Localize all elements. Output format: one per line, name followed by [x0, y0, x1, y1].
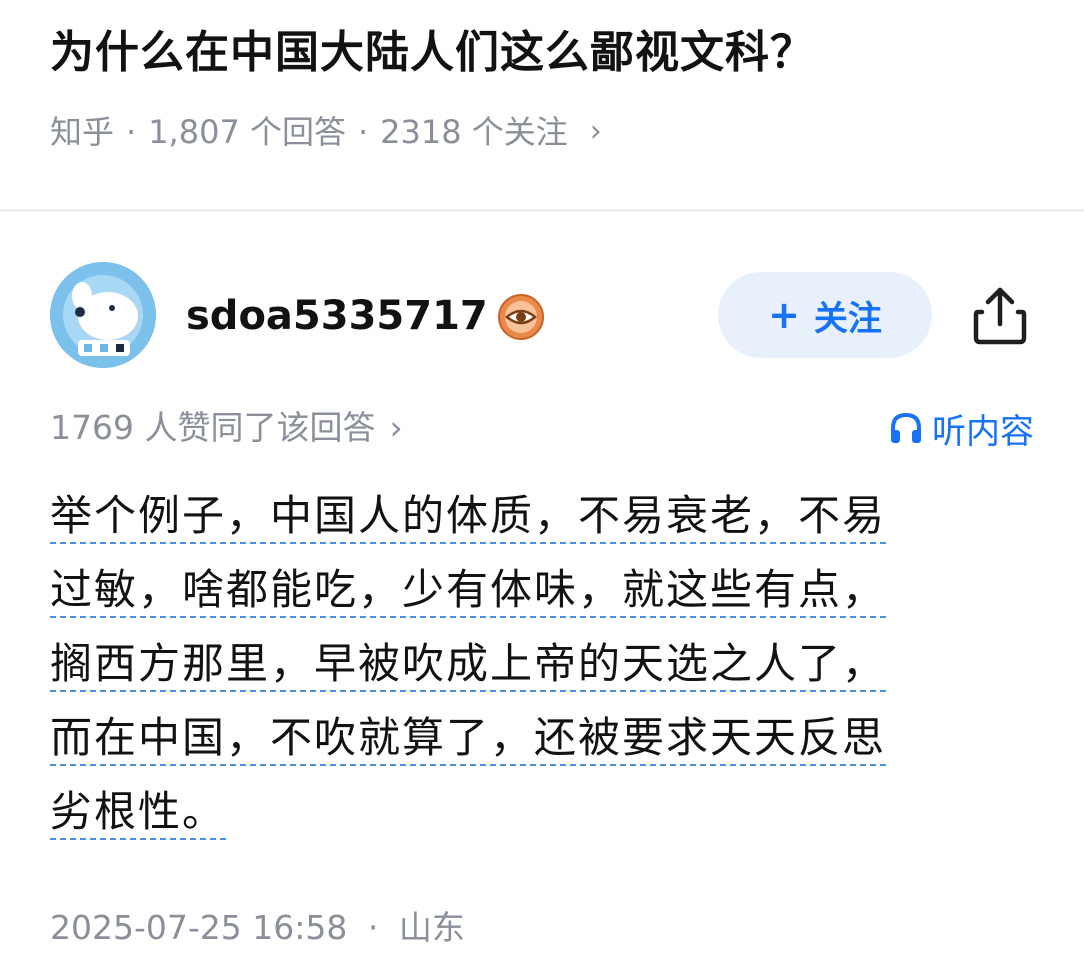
meta-separator: · [126, 113, 137, 151]
follower-count: 2318 个关注 [380, 113, 568, 151]
dog-avatar-icon[interactable] [50, 262, 156, 368]
question-header: 为什么在中国大陆人们这么鄙视文科？ 知乎 · 1,807 个回答 · 2318 … [0, 0, 1084, 210]
eye-badge-icon [497, 293, 545, 341]
chevron-right-icon: › [589, 114, 602, 149]
answer-content: 举个例子，中国人的体质，不易衰老，不易 过敏，啥都能吃，少有体味，就这些有点， … [50, 486, 1034, 856]
meta-separator: · [367, 908, 379, 947]
answer-line: 搁西方那里，早被吹成上帝的天选之人了， [50, 634, 1034, 694]
author-row: sdoa5335717 + 关注 [0, 260, 1084, 370]
answer-line: 而在中国，不吹就算了，还被要求天天反思 [50, 708, 1034, 768]
follow-label: 关注 [813, 298, 882, 339]
chevron-right-icon: › [389, 408, 403, 447]
answer-footer-meta: 2025-07-25 16:58 · 山东 [50, 902, 465, 954]
meta-separator: · [357, 113, 369, 151]
listen-label: 听内容 [932, 411, 1034, 452]
section-divider [0, 209, 1084, 212]
answer-line: 过敏，啥都能吃，少有体味，就这些有点， [50, 560, 1034, 620]
plus-icon: + [768, 293, 800, 337]
answer-timestamp: 2025-07-25 16:58 [50, 908, 348, 947]
question-title[interactable]: 为什么在中国大陆人们这么鄙视文科？ [50, 20, 815, 86]
answer-count: 1,807 个回答 [148, 113, 346, 151]
author-name[interactable]: sdoa5335717 [186, 288, 488, 344]
listen-button[interactable]: 听内容 [888, 402, 1034, 454]
vote-count-text: 1769 人赞同了该回答 [50, 408, 376, 447]
follow-button[interactable]: + 关注 [718, 272, 932, 358]
answer-line: 劣根性。 [50, 782, 1034, 842]
share-icon[interactable] [970, 284, 1030, 346]
headphones-icon [891, 412, 921, 443]
vote-summary[interactable]: 1769 人赞同了该回答 › [50, 402, 403, 454]
source-label: 知乎 [50, 113, 115, 151]
answer-line: 举个例子，中国人的体质，不易衰老，不易 [50, 486, 1034, 546]
question-meta[interactable]: 知乎 · 1,807 个回答 · 2318 个关注 › [50, 106, 602, 158]
answer-location: 山东 [398, 908, 465, 947]
